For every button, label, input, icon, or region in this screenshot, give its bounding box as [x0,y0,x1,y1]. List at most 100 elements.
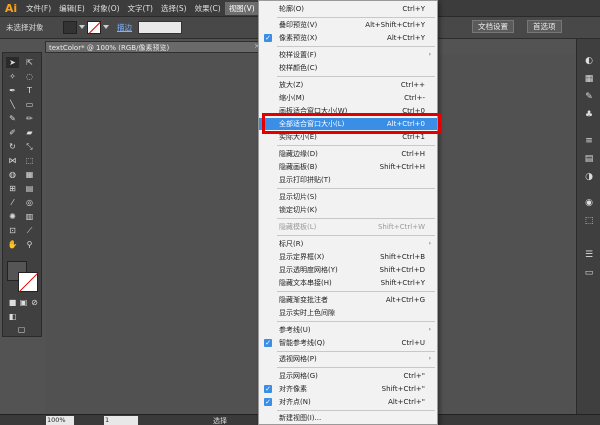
menu-object[interactable]: 对象(O) [89,2,124,15]
menu-item-show-live-paint-gaps[interactable]: 显示实时上色间隙 [259,307,437,319]
fill-dropdown-icon[interactable] [79,25,85,29]
menu-item-new-view[interactable]: 新建视图(I)... [259,412,437,424]
menu-item-lock-slices[interactable]: 锁定切片(K) [259,204,437,216]
document-settings-button[interactable]: 文档设置 [472,20,514,33]
layers-panel-icon[interactable]: ☰ [583,249,595,261]
hand-tool-icon[interactable]: ✋ [6,239,19,250]
menu-item-guides[interactable]: 参考线(U) › [259,324,437,336]
swatches-panel-icon[interactable]: ▦ [583,73,595,85]
transparency-panel-icon[interactable]: ◑ [583,171,595,183]
color-panel-icon[interactable]: ◐ [583,55,595,67]
zoom-tool-icon[interactable]: ⚲ [23,239,36,250]
artboard-number-field[interactable]: 1 [104,416,138,425]
fill-color-swatch[interactable] [63,21,77,34]
appearance-panel-icon[interactable]: ◉ [583,197,595,209]
free-transform-tool-icon[interactable]: ⬚ [23,155,36,166]
menu-item-hide-gradient-annotator[interactable]: 隐藏渐变批注者 Alt+Ctrl+G [259,294,437,306]
width-tool-icon[interactable]: ⋈ [6,155,19,166]
stroke-panel-icon[interactable]: ≡ [583,135,595,147]
menu-item-hide-artboards[interactable]: 隐藏画板(B) Shift+Ctrl+H [259,161,437,173]
menu-separator [277,76,435,77]
line-tool-icon[interactable]: ╲ [6,99,19,110]
slice-tool-icon[interactable]: ⟋ [23,225,36,236]
submenu-arrow-icon: › [428,326,431,333]
menu-item-zoom-out[interactable]: 缩小(M) Ctrl+- [259,92,437,104]
menu-item-outline[interactable]: 轮廓(O) Ctrl+Y [259,3,437,15]
submenu-arrow-icon: › [428,51,431,58]
pencil-tool-icon[interactable]: ✏ [23,113,36,124]
zoom-level-field[interactable]: 100% [46,416,74,425]
document-tab-title: textColor* @ 100% (RGB/像素预览) [49,44,170,52]
menu-separator [277,351,435,352]
checkmark-icon: ✓ [264,339,272,347]
menu-item-show-bounding-box[interactable]: 显示定界框(X) Shift+Ctrl+B [259,251,437,263]
menu-item-proof-setup[interactable]: 校样设置(F) › [259,49,437,61]
perspective-grid-tool-icon[interactable]: ▦ [23,169,36,180]
rotate-tool-icon[interactable]: ↻ [6,141,19,152]
graphic-styles-panel-icon[interactable]: ⬚ [583,215,595,227]
stroke-color-swatch[interactable] [87,21,101,34]
menu-separator [277,17,435,18]
menu-item-show-transparency-grid[interactable]: 显示透明度网格(Y) Shift+Ctrl+D [259,264,437,276]
pen-tool-icon[interactable]: ✒ [6,85,19,96]
menu-item-perspective-grid[interactable]: 透视网格(P) › [259,353,437,365]
gradient-tool-icon[interactable]: ▤ [23,183,36,194]
document-tab[interactable]: textColor* @ 100% (RGB/像素预览) × [45,41,263,53]
gradient-panel-icon[interactable]: ▤ [583,153,595,165]
menu-item-show-slices[interactable]: 显示切片(S) [259,191,437,203]
scale-tool-icon[interactable]: ⤡ [23,141,36,152]
menu-item-zoom-in[interactable]: 放大(Z) Ctrl++ [259,79,437,91]
column-graph-tool-icon[interactable]: ▥ [23,211,36,222]
blob-brush-tool-icon[interactable]: ✐ [6,127,19,138]
menu-select[interactable]: 选择(S) [157,2,191,15]
stroke-color-box[interactable] [18,272,38,292]
menu-item-show-print-tiling[interactable]: 显示打印拼贴(T) [259,174,437,186]
stroke-dropdown-icon[interactable] [103,25,109,29]
panel-dock: ◐ ▦ ✎ ♣ ≡ ▤ ◑ ◉ ⬚ ☰ ▭ [576,39,600,414]
menu-file[interactable]: 文件(F) [22,2,55,15]
menu-item-smart-guides[interactable]: ✓ 智能参考线(Q) Ctrl+U [259,337,437,349]
eyedropper-tool-icon[interactable]: ⁄ [6,197,19,208]
blend-tool-icon[interactable]: ◎ [23,197,36,208]
stroke-weight-field[interactable] [138,21,182,34]
menu-effect[interactable]: 效果(C) [191,2,225,15]
menu-item-snap-to-point[interactable]: ✓ 对齐点(N) Alt+Ctrl+" [259,396,437,408]
menu-item-snap-to-pixel[interactable]: ✓ 对齐像素 Shift+Ctrl+" [259,383,437,395]
brushes-panel-icon[interactable]: ✎ [583,91,595,103]
menu-item-hide-edges[interactable]: 隐藏边缘(D) Ctrl+H [259,148,437,160]
mesh-tool-icon[interactable]: ⊞ [6,183,19,194]
menu-item-show-grid[interactable]: 显示网格(G) Ctrl+" [259,370,437,382]
status-text: 选择 [213,417,227,425]
menu-type[interactable]: 文字(T) [124,2,157,15]
none-mode-icon[interactable]: ⊘ [28,297,41,308]
symbol-sprayer-tool-icon[interactable]: ✺ [6,211,19,222]
draw-normal-icon[interactable]: ◧ [6,311,19,322]
artboard-tool-icon[interactable]: ⊡ [6,225,19,236]
rectangle-tool-icon[interactable]: ▭ [23,99,36,110]
menu-view[interactable]: 视图(V) [224,1,259,15]
eraser-tool-icon[interactable]: ▰ [23,127,36,138]
type-tool-icon[interactable]: T [23,85,36,96]
selection-tool-icon[interactable]: ➤ [6,57,19,68]
view-menu-dropdown: 轮廓(O) Ctrl+Y 叠印预览(V) Alt+Shift+Ctrl+Y ✓ 像素… [258,0,438,425]
menu-item-pixel-preview[interactable]: ✓ 像素预览(X) Alt+Ctrl+Y [259,32,437,44]
lasso-tool-icon[interactable]: ◌ [23,71,36,82]
preferences-button[interactable]: 首选项 [527,20,562,33]
screen-mode-icon[interactable]: ▢ [15,324,28,335]
shape-builder-tool-icon[interactable]: ◍ [6,169,19,180]
artboards-panel-icon[interactable]: ▭ [583,267,595,279]
checkmark-icon: ✓ [264,398,272,406]
magic-wand-tool-icon[interactable]: ✧ [6,71,19,82]
menu-item-hide-text-threads[interactable]: 隐藏文本串接(H) Shift+Ctrl+Y [259,277,437,289]
paintbrush-tool-icon[interactable]: ✎ [6,113,19,124]
menu-item-overprint-preview[interactable]: 叠印预览(V) Alt+Shift+Ctrl+Y [259,19,437,31]
menu-edit[interactable]: 编辑(E) [55,2,89,15]
menu-item-rulers[interactable]: 标尺(R) › [259,238,437,250]
symbols-panel-icon[interactable]: ♣ [583,109,595,121]
menu-item-proof-colors[interactable]: 校样颜色(C) [259,62,437,74]
menu-separator [277,321,435,322]
stroke-link[interactable]: 描边 [117,22,132,33]
submenu-arrow-icon: › [428,355,431,362]
menu-separator [277,145,435,146]
direct-selection-tool-icon[interactable]: ⇱ [23,57,36,68]
